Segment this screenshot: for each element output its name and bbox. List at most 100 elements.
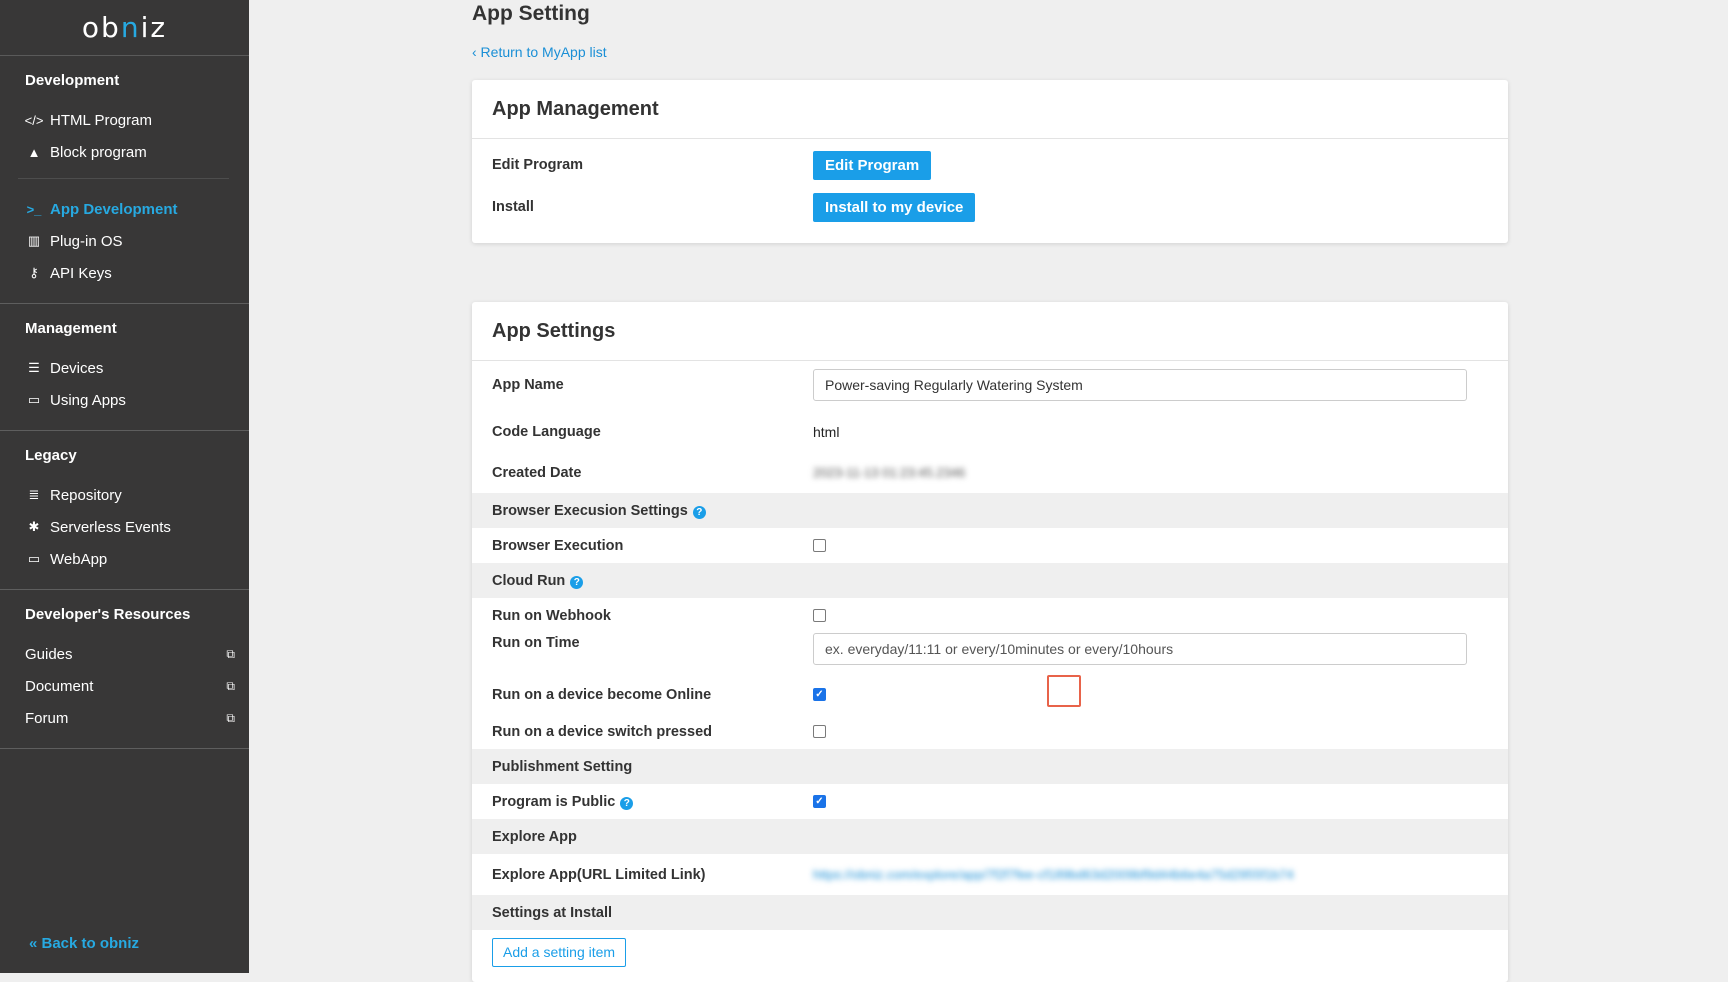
- sidebar-section-resources: Developer's Resources: [25, 606, 191, 623]
- sidebar-item-label: API Keys: [50, 264, 112, 282]
- code-language-value: html: [813, 423, 840, 440]
- sidebar-item-label: App Development: [50, 200, 178, 218]
- cloud-run-header: Cloud Run?: [472, 563, 1508, 598]
- field-label: Run on Webhook: [492, 607, 611, 624]
- run-on-webhook-checkbox[interactable]: [813, 609, 826, 622]
- sidebar-item-label: WebApp: [50, 550, 108, 568]
- field-label: Run on Time: [492, 635, 580, 651]
- sidebar-section-legacy: Legacy: [25, 447, 77, 464]
- app-settings-card: App Settings App Name Code Language html…: [472, 302, 1508, 982]
- chip-icon: ▥: [27, 233, 41, 248]
- run-online-row: Run on a device become Online ✓: [472, 675, 1508, 714]
- external-link-icon: ⧉: [226, 646, 235, 661]
- terminal-icon: >_: [26, 201, 42, 217]
- explore-app-header: Explore App: [472, 819, 1508, 854]
- sidebar-item-guides[interactable]: Guides ⧉: [0, 638, 249, 670]
- network-icon: ✱: [28, 519, 40, 534]
- field-label: Browser Execution: [492, 537, 624, 554]
- settings-at-install-header: Settings at Install: [472, 895, 1508, 930]
- divider: [0, 748, 249, 749]
- created-date-value: 2023-11-13 01:23:45.2346: [813, 465, 966, 480]
- help-icon[interactable]: ?: [692, 505, 706, 519]
- card-title: App Management: [472, 80, 1508, 139]
- run-online-checkbox[interactable]: ✓: [813, 688, 826, 701]
- server-icon: ≣: [28, 487, 40, 502]
- sidebar-item-devices[interactable]: ☰ Devices: [0, 352, 249, 384]
- shapes-icon: ▲: [27, 144, 41, 160]
- field-label: Edit Program: [492, 157, 584, 173]
- edit-program-row: Edit Program Edit Program: [472, 144, 1508, 186]
- run-switch-row: Run on a device switch pressed: [472, 714, 1508, 749]
- sidebar-item-html-program[interactable]: </> HTML Program: [0, 104, 249, 136]
- app-name-input[interactable]: [813, 369, 1467, 401]
- help-icon[interactable]: ?: [570, 575, 584, 589]
- sidebar-item-label: Forum: [25, 709, 69, 727]
- page-title: App Setting: [472, 2, 590, 25]
- run-on-webhook-row: Run on Webhook: [472, 598, 1508, 633]
- add-setting-row: Add a setting item: [472, 930, 1508, 974]
- section-label: Browser Execusion Settings: [492, 502, 688, 519]
- publishment-setting-header: Publishment Setting: [472, 749, 1508, 784]
- main-content: App Setting ‹ Return to MyApp list App M…: [249, 0, 1728, 982]
- sidebar-item-app-development[interactable]: >_ App Development: [0, 193, 249, 225]
- sidebar-item-document[interactable]: Document ⧉: [0, 670, 249, 702]
- app-name-row: App Name: [472, 361, 1508, 411]
- section-label: Settings at Install: [492, 904, 613, 921]
- field-label: Run on a device switch pressed: [492, 723, 712, 740]
- section-label: Explore App: [492, 828, 577, 845]
- explore-app-link-row: Explore App(URL Limited Link) https://ob…: [472, 854, 1508, 895]
- sidebar-item-label: Repository: [50, 486, 122, 504]
- install-to-device-button[interactable]: Install to my device: [813, 192, 976, 222]
- field-label: Created Date: [492, 464, 582, 481]
- sidebar-item-label: Using Apps: [50, 391, 126, 409]
- sidebar-item-api-keys[interactable]: ⚷ API Keys: [0, 257, 249, 289]
- section-label: Cloud Run: [492, 572, 566, 589]
- obniz-logo[interactable]: obniz: [0, 0, 249, 56]
- browser-execution-checkbox[interactable]: [813, 539, 826, 552]
- program-public-checkbox[interactable]: ✓: [813, 795, 826, 808]
- help-icon[interactable]: ?: [620, 796, 634, 810]
- app-management-card: App Management Edit Program Edit Program…: [472, 80, 1508, 243]
- sidebar-section-development: Development: [25, 72, 120, 89]
- sidebar-item-using-apps[interactable]: ▭ Using Apps: [0, 384, 249, 416]
- back-to-obniz-link[interactable]: « Back to obniz: [29, 935, 139, 952]
- laptop-icon: ▭: [27, 551, 41, 566]
- run-switch-checkbox[interactable]: [813, 725, 826, 738]
- sidebar-item-label: HTML Program: [50, 111, 152, 129]
- run-on-time-row: Run on Time: [472, 633, 1508, 675]
- return-to-myapp-list-link[interactable]: ‹ Return to MyApp list: [472, 44, 607, 60]
- install-row: Install Install to my device: [472, 186, 1508, 228]
- sidebar-item-block-program[interactable]: ▲ Block program: [0, 136, 249, 168]
- sidebar: obniz Development </> HTML Program ▲ Blo…: [0, 0, 249, 973]
- run-on-time-input[interactable]: [813, 633, 1467, 665]
- field-label: Run on a device become Online: [492, 686, 712, 703]
- created-date-row: Created Date 2023-11-13 01:23:45.2346: [472, 452, 1508, 493]
- field-label: App Name: [492, 377, 564, 393]
- divider: [18, 178, 229, 179]
- highlight-box: [1047, 675, 1081, 707]
- explore-app-link[interactable]: https://obniz.com/explore/app/7f2f7fee-c…: [813, 867, 1294, 882]
- sidebar-item-label: Document: [25, 677, 94, 695]
- browser-execution-settings-header: Browser Execusion Settings?: [472, 493, 1508, 528]
- card-title: App Settings: [472, 302, 1508, 361]
- sidebar-item-plugin-os[interactable]: ▥ Plug-in OS: [0, 225, 249, 257]
- sidebar-item-repository[interactable]: ≣ Repository: [0, 479, 249, 511]
- program-public-row: Program is Public? ✓: [472, 784, 1508, 819]
- sidebar-item-serverless-events[interactable]: ✱ Serverless Events: [0, 511, 249, 543]
- sidebar-item-forum[interactable]: Forum ⧉: [0, 702, 249, 734]
- sidebar-item-label: Serverless Events: [50, 518, 171, 536]
- edit-program-button[interactable]: Edit Program: [813, 150, 932, 180]
- sidebar-item-label: Guides: [25, 645, 73, 663]
- code-icon: </>: [24, 112, 44, 128]
- external-link-icon: ⧉: [226, 710, 235, 725]
- code-language-row: Code Language html: [472, 411, 1508, 452]
- sidebar-item-webapp[interactable]: ▭ WebApp: [0, 543, 249, 575]
- sidebar-item-label: Plug-in OS: [50, 232, 123, 250]
- field-label: Program is Public: [492, 793, 616, 810]
- add-setting-item-button[interactable]: Add a setting item: [492, 937, 627, 967]
- external-link-icon: ⧉: [226, 678, 235, 693]
- key-icon: ⚷: [29, 265, 39, 280]
- browser-execution-row: Browser Execution: [472, 528, 1508, 563]
- sidebar-section-management: Management: [25, 320, 117, 337]
- sidebar-item-label: Devices: [50, 359, 104, 377]
